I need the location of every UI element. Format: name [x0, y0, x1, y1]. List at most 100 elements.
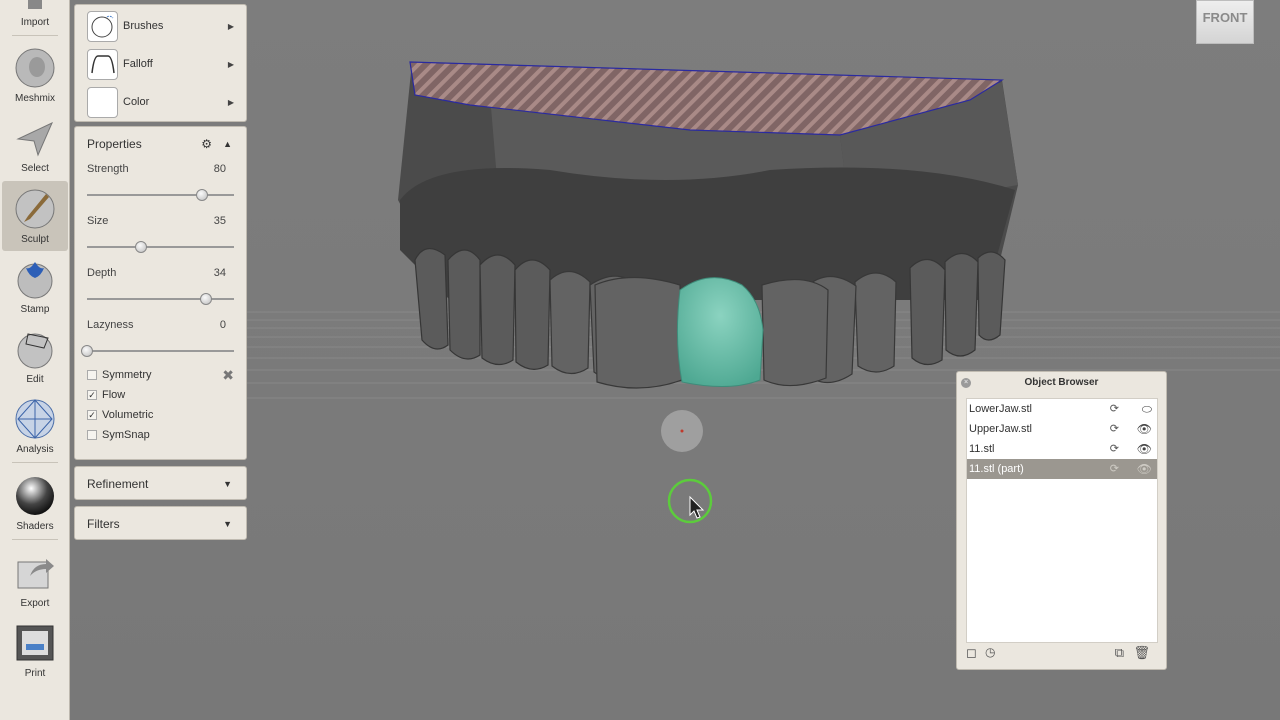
slider-thumb[interactable] [135, 241, 148, 253]
eye-closed-icon[interactable]: ⬭ [1142, 399, 1152, 419]
duplicate-icon[interactable]: ⧉ [1115, 645, 1124, 661]
view-cube-label: FRONT [1202, 10, 1248, 25]
checkbox-box[interactable]: ✓ [87, 390, 97, 400]
expand-arrow-icon: ▶ [227, 97, 234, 107]
filters-title: Filters [87, 517, 120, 531]
tool-label: Stamp [20, 304, 50, 315]
slider-depth: Depth 34 [75, 265, 246, 317]
checkbox-symsnap[interactable]: SymSnap [75, 425, 246, 445]
refinement-header[interactable]: Refinement ▼ [75, 467, 246, 501]
falloff-swatch [87, 48, 118, 80]
checkbox-flow[interactable]: ✓ Flow [75, 385, 246, 405]
expand-arrow-icon: ▶ [227, 21, 234, 31]
eye-icon[interactable]: 👁 [1137, 419, 1152, 439]
slider-value[interactable]: 80 [214, 163, 226, 175]
object-name: 11.stl [969, 443, 995, 455]
slider-track[interactable] [87, 189, 234, 201]
close-icon[interactable]: × [961, 378, 971, 388]
slider-track[interactable] [87, 293, 234, 305]
slider-label: Size [87, 215, 109, 227]
checkbox-label: Volumetric [102, 409, 154, 421]
object-list-item[interactable]: 11.stl ⟳ 👁 [967, 439, 1157, 459]
slider-track[interactable] [81, 345, 234, 357]
refinement-title: Refinement [87, 477, 149, 491]
select-arrow-icon [16, 121, 53, 157]
sculpt-brush-icon [15, 189, 55, 229]
object-list-item[interactable]: UpperJaw.stl ⟳ 👁 [967, 419, 1157, 439]
trash-icon[interactable]: 🗑 [1133, 645, 1150, 661]
magnet-icon[interactable]: ⟳ [1110, 419, 1119, 439]
tool-export[interactable]: Export [2, 545, 68, 615]
import-icon [28, 0, 42, 9]
shaders-sphere-icon [16, 477, 54, 515]
object-name: LowerJaw.stl [969, 403, 1032, 415]
slider-label: Depth [87, 267, 117, 279]
object-list-item[interactable]: LowerJaw.stl ⟳ ⬭ [967, 399, 1157, 419]
slider-thumb[interactable] [200, 293, 213, 305]
checkbox-label: Symmetry [102, 369, 152, 381]
properties-header[interactable]: Properties ⚙ ▲ [75, 127, 246, 161]
checkbox-symmetry[interactable]: Symmetry ✖ [75, 365, 246, 385]
eye-icon[interactable]: 👁 [1137, 459, 1152, 479]
stamp-icon [17, 262, 53, 299]
edit-icon [17, 333, 53, 369]
refinement-panel[interactable]: Refinement ▼ [74, 466, 247, 500]
slider-label: Strength [87, 163, 129, 175]
slider-strength: Strength 80 [75, 161, 246, 213]
tool-label: Meshmix [14, 93, 55, 104]
tool-label: Analysis [16, 444, 54, 455]
object-browser-footer: ◻ ◷ ⧉ 🗑 [957, 645, 1166, 665]
color-label: Color [123, 96, 150, 108]
object-name: 11.stl (part) [969, 463, 1024, 475]
tool-shaders[interactable]: Shaders [2, 468, 68, 540]
collapse-arrow-icon[interactable]: ▲ [223, 139, 232, 149]
tool-select[interactable]: Select [2, 110, 68, 180]
slider-thumb[interactable] [81, 345, 93, 357]
tool-stamp[interactable]: Stamp [2, 251, 68, 321]
magnet-icon[interactable]: ⟳ [1110, 399, 1119, 419]
object-list-item[interactable]: 11.stl (part) ⟳ 👁 [967, 459, 1157, 479]
slider-value[interactable]: 0 [220, 319, 226, 331]
view-cube[interactable]: FRONT [1196, 0, 1254, 44]
tool-import[interactable]: Import [2, 0, 68, 36]
tool-sculpt[interactable]: Sculpt [2, 181, 68, 251]
object-list: LowerJaw.stl ⟳ ⬭ UpperJaw.stl ⟳ 👁 11.stl ⟳ 👁 11.s… [966, 398, 1158, 643]
magnet-icon[interactable]: ⟳ [1110, 439, 1119, 459]
slider-lazyness: Lazyness 0 [75, 317, 246, 369]
cube-icon[interactable]: ◻ [966, 645, 977, 661]
checkbox-box[interactable]: ✓ [87, 410, 97, 420]
checkbox-volumetric[interactable]: ✓ Volumetric [75, 405, 246, 425]
slider-track[interactable] [87, 241, 234, 253]
clock-icon[interactable]: ◷ [985, 645, 995, 659]
magnet-icon[interactable]: ⟳ [1110, 459, 1119, 479]
tool-analysis[interactable]: Analysis [2, 391, 68, 463]
brushes-row[interactable]: Brushes ▶ [75, 7, 246, 45]
checkbox-box[interactable] [87, 430, 97, 440]
slider-value[interactable]: 34 [214, 267, 226, 279]
symmetry-tool-icon[interactable]: ✖ [222, 367, 234, 384]
filters-header[interactable]: Filters ▼ [75, 507, 246, 541]
checkbox-label: Flow [102, 389, 126, 401]
slider-size: Size 35 [75, 213, 246, 265]
object-name: UpperJaw.stl [969, 423, 1032, 435]
tool-meshmix[interactable]: Meshmix [2, 40, 68, 110]
slider-value[interactable]: 35 [214, 215, 226, 227]
tool-label: Print [24, 668, 46, 679]
color-row[interactable]: Color ▶ [75, 83, 246, 121]
filters-panel[interactable]: Filters ▼ [74, 506, 247, 540]
eye-icon[interactable]: 👁 [1137, 439, 1152, 459]
brush-circle-icon [91, 15, 113, 38]
expand-arrow-icon: ▶ [227, 59, 234, 69]
gear-icon[interactable]: ⚙ [201, 137, 212, 151]
tool-edit[interactable]: Edit [2, 321, 68, 391]
object-browser-titlebar[interactable]: × Object Browser [957, 372, 1166, 394]
tool-label: Export [20, 598, 50, 609]
expand-arrow-icon: ▼ [223, 519, 232, 529]
falloff-row[interactable]: Falloff ▶ [75, 45, 246, 83]
falloff-label: Falloff [123, 58, 153, 70]
tool-print[interactable]: Print [2, 615, 68, 685]
checkbox-box[interactable] [87, 370, 97, 380]
slider-thumb[interactable] [195, 189, 208, 201]
tool-label: Import [20, 17, 50, 28]
brush-swatch [87, 10, 118, 42]
